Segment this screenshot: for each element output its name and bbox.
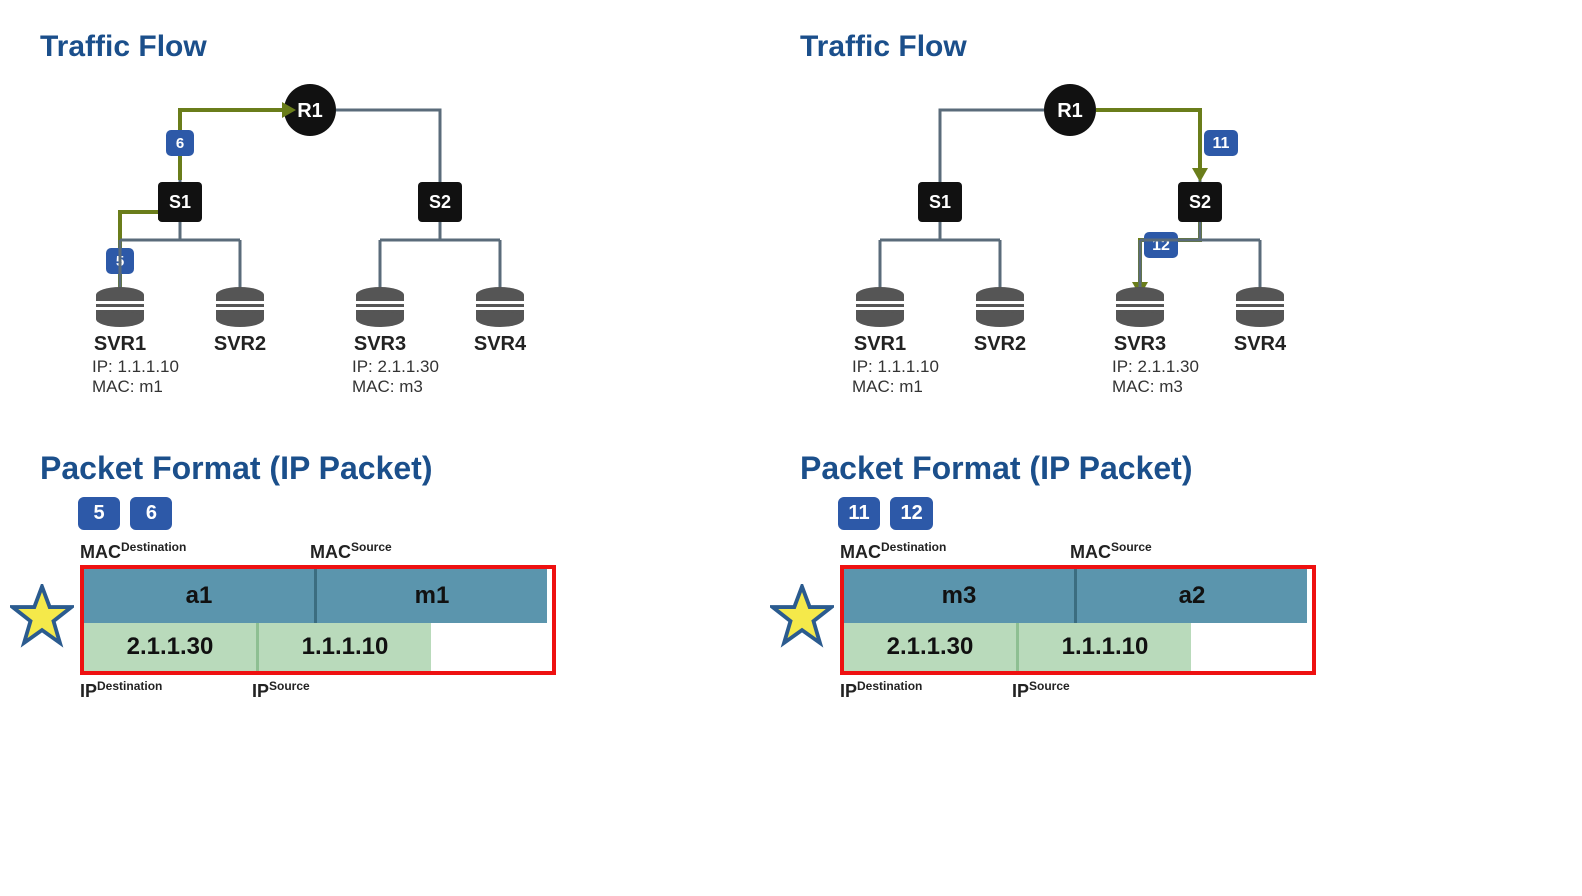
server-icon: [1236, 287, 1284, 327]
svg-text:6: 6: [176, 135, 184, 152]
hop-marker-12: 12: [1144, 232, 1178, 258]
server-icon: [856, 287, 904, 327]
svr1-label: SVR1: [94, 333, 146, 355]
svg-text:S1: S1: [929, 192, 951, 212]
traffic-flow-title: Traffic Flow: [40, 30, 680, 64]
diagram-row: Traffic Flow R1 5 6: [40, 30, 1542, 702]
svr1-ip: IP: 1.1.1.10: [852, 357, 939, 376]
hop-marker-6: 6: [166, 130, 194, 156]
server-icon: [356, 287, 404, 327]
svr2-label: SVR2: [214, 333, 266, 355]
svr4-label: SVR4: [1234, 333, 1287, 355]
panel-right: Traffic Flow R1 11 12: [800, 30, 1440, 702]
mac-header-labels: MACDestination MACSource: [840, 540, 1440, 563]
svg-text:11: 11: [1213, 135, 1230, 152]
topology-diagram: R1 11 12 S1 S2: [800, 70, 1360, 410]
svr1-mac: MAC: m1: [852, 377, 923, 396]
ip-dst-cell: 2.1.1.30: [84, 623, 259, 671]
hop-badges: 11 12: [838, 497, 1440, 530]
mac-src-cell: m1: [317, 569, 547, 623]
mac-src-cell: a2: [1077, 569, 1307, 623]
svr1-mac: MAC: m1: [92, 377, 163, 396]
ip-src-cell: 1.1.1.10: [1019, 623, 1191, 671]
packet-format-title: Packet Format (IP Packet): [40, 450, 680, 487]
svr3-mac: MAC: m3: [352, 377, 423, 396]
mac-dst-cell: m3: [844, 569, 1077, 623]
hop-badge: 5: [78, 497, 120, 530]
svr4-label: SVR4: [474, 333, 527, 355]
router-label: R1: [297, 100, 323, 122]
svr3-ip: IP: 2.1.1.30: [352, 357, 439, 376]
svg-text:S1: S1: [169, 192, 191, 212]
packet-box: a1 m1 2.1.1.30 1.1.1.10: [80, 565, 556, 675]
hop-badge: 11: [838, 497, 880, 530]
ip-src-cell: 1.1.1.10: [259, 623, 431, 671]
switch-s1: S1: [158, 182, 202, 222]
router-label: R1: [1057, 100, 1083, 122]
svr1-ip: IP: 1.1.1.10: [92, 357, 179, 376]
server-icon: [216, 287, 264, 327]
packet-format-title: Packet Format (IP Packet): [800, 450, 1440, 487]
packet-box: m3 a2 2.1.1.30 1.1.1.10: [840, 565, 1316, 675]
server-icon: [976, 287, 1024, 327]
panel-left: Traffic Flow R1 5 6: [40, 30, 680, 702]
svr3-ip: IP: 2.1.1.30: [1112, 357, 1199, 376]
star-icon: [770, 584, 834, 648]
svg-text:S2: S2: [429, 192, 451, 212]
svr1-label: SVR1: [854, 333, 906, 355]
switch-s1: S1: [918, 182, 962, 222]
mac-dst-cell: a1: [84, 569, 317, 623]
svr2-label: SVR2: [974, 333, 1026, 355]
mac-header-labels: MACDestination MACSource: [80, 540, 680, 563]
server-icon: [96, 287, 144, 327]
hop-badges: 5 6: [78, 497, 680, 530]
svr3-label: SVR3: [354, 333, 406, 355]
hop-marker-11: 11: [1204, 130, 1238, 156]
ip-header-labels: IPDestination IPSource: [80, 679, 680, 702]
hop-badge: 6: [130, 497, 172, 530]
ip-dst-cell: 2.1.1.30: [844, 623, 1019, 671]
svr3-mac: MAC: m3: [1112, 377, 1183, 396]
star-icon: [10, 584, 74, 648]
server-icon: [476, 287, 524, 327]
server-icon: [1116, 287, 1164, 327]
svg-text:S2: S2: [1189, 192, 1211, 212]
switch-s2: S2: [418, 182, 462, 222]
svr3-label: SVR3: [1114, 333, 1166, 355]
ip-header-labels: IPDestination IPSource: [840, 679, 1440, 702]
switch-s2: S2: [1178, 182, 1222, 222]
traffic-flow-title: Traffic Flow: [800, 30, 1440, 64]
hop-badge: 12: [890, 497, 932, 530]
topology-diagram: R1 5 6 S1: [40, 70, 600, 410]
